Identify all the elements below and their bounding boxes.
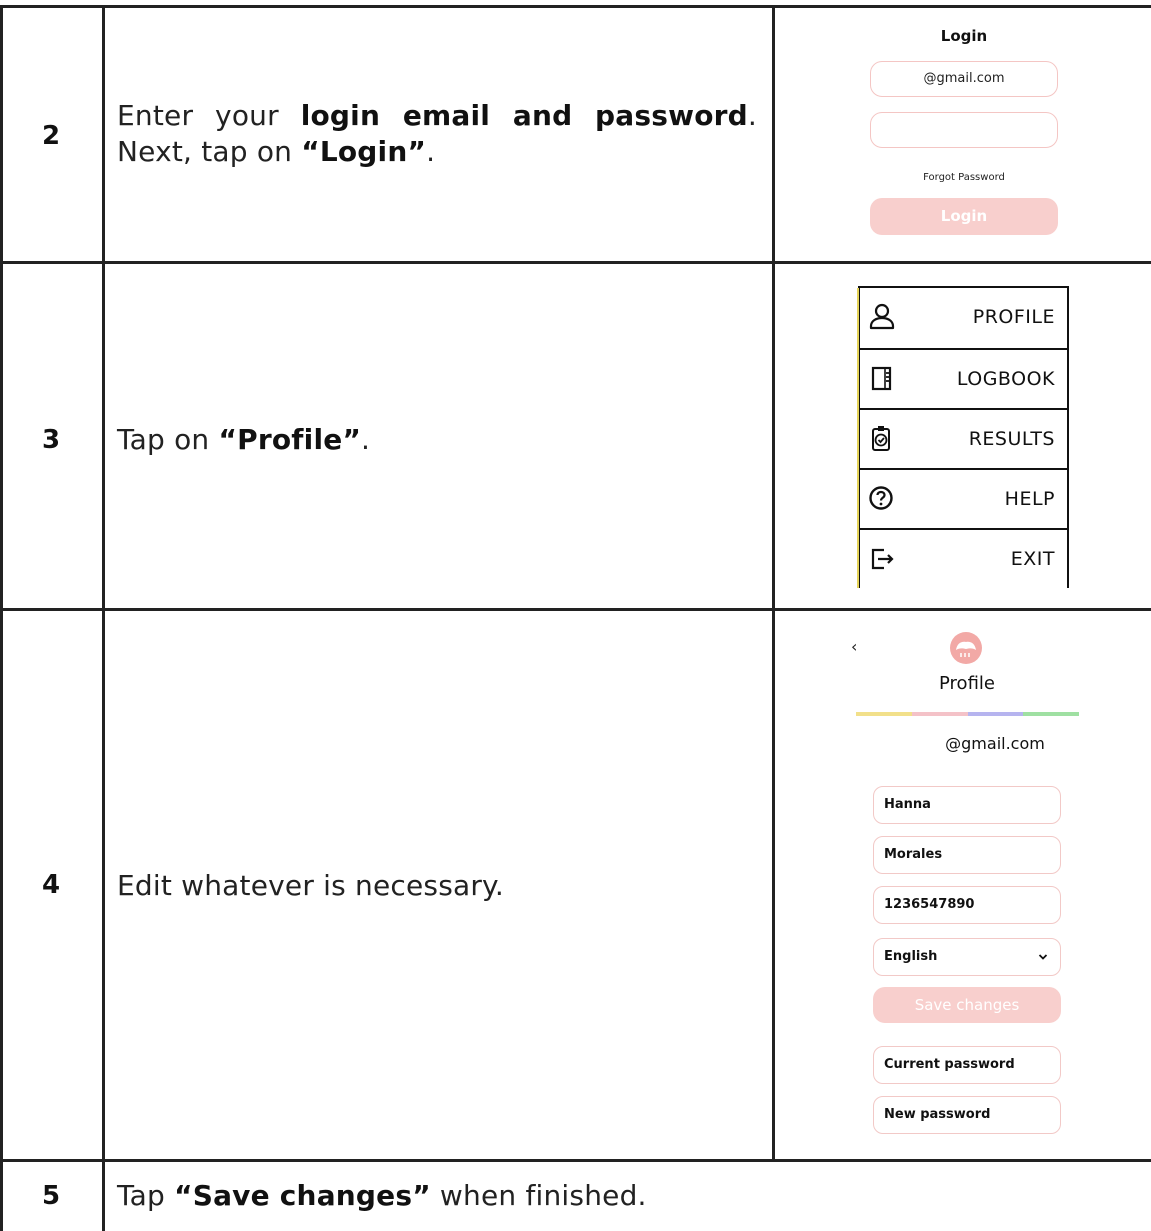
- instruction-quote: ”: [342, 423, 362, 456]
- step-instruction: Edit whatever is necessary.: [117, 869, 504, 902]
- menu-item-exit[interactable]: EXIT: [860, 528, 1067, 588]
- back-chevron-icon[interactable]: ‹: [851, 637, 857, 656]
- new-password-field[interactable]: New password: [873, 1096, 1061, 1134]
- step-instruction: Tap on “Profile”.: [117, 422, 757, 458]
- instruction-quote: “: [301, 135, 320, 168]
- last-name-value: Morales: [884, 847, 943, 862]
- instruction-text: Tap on: [117, 423, 219, 456]
- table-border-top: [0, 5, 1151, 8]
- current-password-placeholder: Current password: [884, 1057, 1015, 1072]
- menu-item-profile[interactable]: PROFILE: [860, 288, 1067, 348]
- exit-icon: [871, 548, 894, 570]
- instruction-quote: ”: [407, 135, 427, 168]
- app-logo-icon: [950, 632, 982, 664]
- column-divider: [772, 5, 775, 1162]
- first-name-field[interactable]: Hanna: [873, 786, 1061, 824]
- menu-item-results[interactable]: RESULTS: [860, 408, 1067, 468]
- instruction-text: .: [426, 135, 436, 168]
- table-border-left: [0, 5, 3, 1231]
- instruction-text: .: [361, 423, 371, 456]
- menu-item-label: PROFILE: [972, 306, 1055, 328]
- instruction-text: Tap: [117, 1179, 175, 1212]
- step-number: 2: [41, 121, 61, 151]
- login-button[interactable]: Login: [870, 198, 1058, 235]
- phone-value: 1236547890: [884, 897, 975, 912]
- chevron-down-icon: [1038, 954, 1048, 960]
- row-divider: [0, 608, 1151, 611]
- question-circle-icon: [869, 486, 893, 510]
- instruction-emphasis: login email and password: [300, 99, 748, 132]
- instruction-quote: “: [218, 423, 238, 456]
- step-number: 4: [41, 870, 61, 900]
- row-divider: [0, 1159, 1151, 1162]
- step-number: 3: [41, 425, 61, 455]
- person-icon: [869, 303, 895, 330]
- menu-item-label: RESULTS: [968, 428, 1055, 450]
- menu-item-label: LOGBOOK: [956, 368, 1055, 390]
- email-field-value: @gmail.com: [923, 71, 1005, 86]
- menu-item-label: EXIT: [1010, 548, 1055, 570]
- email-field[interactable]: @gmail.com: [870, 61, 1058, 97]
- language-select[interactable]: English: [873, 938, 1061, 976]
- instruction-emphasis: Login: [319, 135, 408, 168]
- clipboard-check-icon: [872, 426, 890, 451]
- row-divider: [0, 261, 1151, 264]
- instruction-text: when finished.: [430, 1179, 647, 1212]
- menu-item-help[interactable]: HELP: [860, 468, 1067, 528]
- step-number: 5: [41, 1181, 61, 1211]
- step-instruction: Tap “Save changes” when finished.: [117, 1178, 757, 1214]
- menu-item-logbook[interactable]: LOGBOOK: [860, 348, 1067, 408]
- forgot-password-link[interactable]: Forgot Password: [870, 172, 1058, 183]
- column-divider: [102, 5, 105, 1231]
- instruction-text: Enter your: [117, 99, 301, 132]
- login-screen-title: Login: [940, 27, 988, 45]
- save-changes-button[interactable]: Save changes: [873, 987, 1061, 1023]
- menu-item-label: HELP: [1004, 488, 1055, 510]
- language-value: English: [884, 949, 938, 964]
- current-password-field[interactable]: Current password: [873, 1046, 1061, 1084]
- notebook-icon: [871, 366, 892, 391]
- password-field[interactable]: [870, 112, 1058, 148]
- last-name-field[interactable]: Morales: [873, 836, 1061, 874]
- step-instruction: Enter your login email and password. Nex…: [117, 98, 757, 170]
- rainbow-divider: [856, 712, 1079, 716]
- instruction-emphasis: “Save changes”: [174, 1179, 431, 1212]
- new-password-placeholder: New password: [884, 1107, 991, 1122]
- profile-screen-title: Profile: [939, 673, 995, 694]
- instruction-emphasis: Profile: [237, 423, 343, 456]
- phone-field[interactable]: 1236547890: [873, 886, 1061, 924]
- profile-email: @gmail.com: [945, 734, 1045, 753]
- side-menu: PROFILE LOGBOOK RESULTS HELP EXIT: [857, 286, 1069, 588]
- first-name-value: Hanna: [884, 797, 931, 812]
